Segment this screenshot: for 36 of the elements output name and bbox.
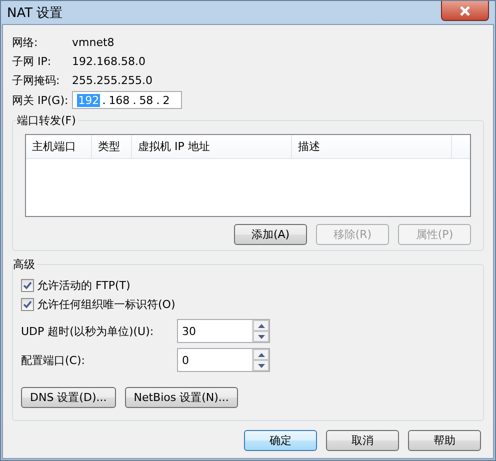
field-label: 配置端口(C):	[21, 352, 86, 368]
dialog-button[interactable]: 取消	[326, 430, 399, 451]
field-value: 192.168.58.0	[72, 55, 146, 68]
dialog-button[interactable]: 帮助	[408, 430, 481, 451]
settings-button[interactable]: DNS 设置(D)...	[21, 387, 116, 408]
checkbox-label: 允许活动的 FTP(T)	[37, 278, 130, 293]
field-value: vmnet8	[72, 36, 114, 49]
number-spinner[interactable]: 30	[177, 319, 270, 343]
column-header[interactable]: 主机端口	[26, 135, 92, 158]
checkbox-label: 允许任何组织唯一标识符(O)	[37, 297, 176, 312]
ip-separator: .	[156, 94, 160, 106]
number-field[interactable]: 30	[178, 320, 252, 342]
field-value: 255.255.255.0	[72, 74, 152, 87]
action-button[interactable]: 添加(A)	[234, 224, 307, 245]
field-label: 子网掩码:	[12, 73, 61, 88]
checkbox[interactable]	[21, 279, 34, 292]
checkbox[interactable]	[21, 298, 34, 311]
dialog-button[interactable]: 确定	[244, 430, 317, 451]
group-title: 高级	[13, 257, 36, 272]
field-label: UDP 超时(以秒为单位)(U):	[21, 324, 155, 338]
column-header[interactable]: 虚拟机 IP 地址	[132, 135, 292, 158]
settings-button[interactable]: NetBios 设置(N)...	[124, 387, 238, 408]
window-title: NAT 设置	[7, 4, 63, 22]
column-header[interactable]: 描述	[292, 135, 452, 158]
ip-separator: .	[132, 94, 136, 106]
number-spinner[interactable]: 0	[177, 348, 270, 372]
close-button[interactable]	[441, 1, 489, 21]
number-field[interactable]: 0	[178, 349, 252, 371]
gateway-label: 网关 IP(G):	[12, 92, 68, 108]
column-header[interactable]: 类型	[92, 135, 132, 158]
field-label: 网络:	[12, 35, 39, 50]
ip-address-field[interactable]: 192 . 168 . 58 . 2	[72, 91, 182, 109]
field-label: 子网 IP:	[12, 54, 52, 69]
close-icon	[458, 4, 472, 16]
ip-separator: .	[102, 94, 106, 106]
group-title: 端口转发(F)	[17, 113, 77, 128]
